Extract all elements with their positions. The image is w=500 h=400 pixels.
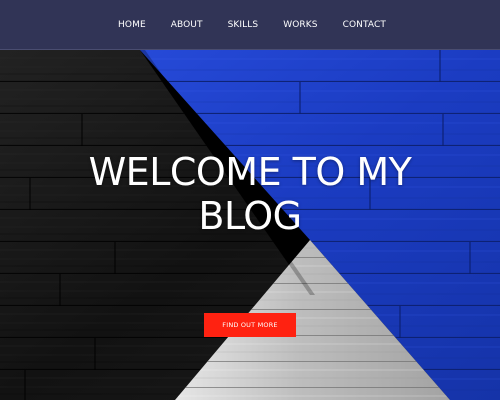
find-out-more-button[interactable]: FIND OUT MORE <box>204 313 296 337</box>
hero-section: WELCOME TO MY BLOG FIND OUT MORE <box>0 50 500 400</box>
nav-link-skills[interactable]: SKILLS <box>215 3 271 47</box>
nav-link-contact[interactable]: CONTACT <box>330 3 398 47</box>
top-navbar: HOME ABOUT SKILLS WORKS CONTACT <box>0 0 500 50</box>
nav-link-about[interactable]: ABOUT <box>158 3 215 47</box>
nav-link-home[interactable]: HOME <box>106 3 159 47</box>
page: HOME ABOUT SKILLS WORKS CONTACT WELCOME … <box>0 0 500 400</box>
hero-title: WELCOME TO MY BLOG <box>0 150 500 238</box>
hero-title-line-2: BLOG <box>198 194 302 238</box>
nav-menu: HOME ABOUT SKILLS WORKS CONTACT <box>106 3 399 47</box>
nav-link-works[interactable]: WORKS <box>271 3 330 47</box>
hero-title-line-1: WELCOME TO MY <box>88 150 412 194</box>
